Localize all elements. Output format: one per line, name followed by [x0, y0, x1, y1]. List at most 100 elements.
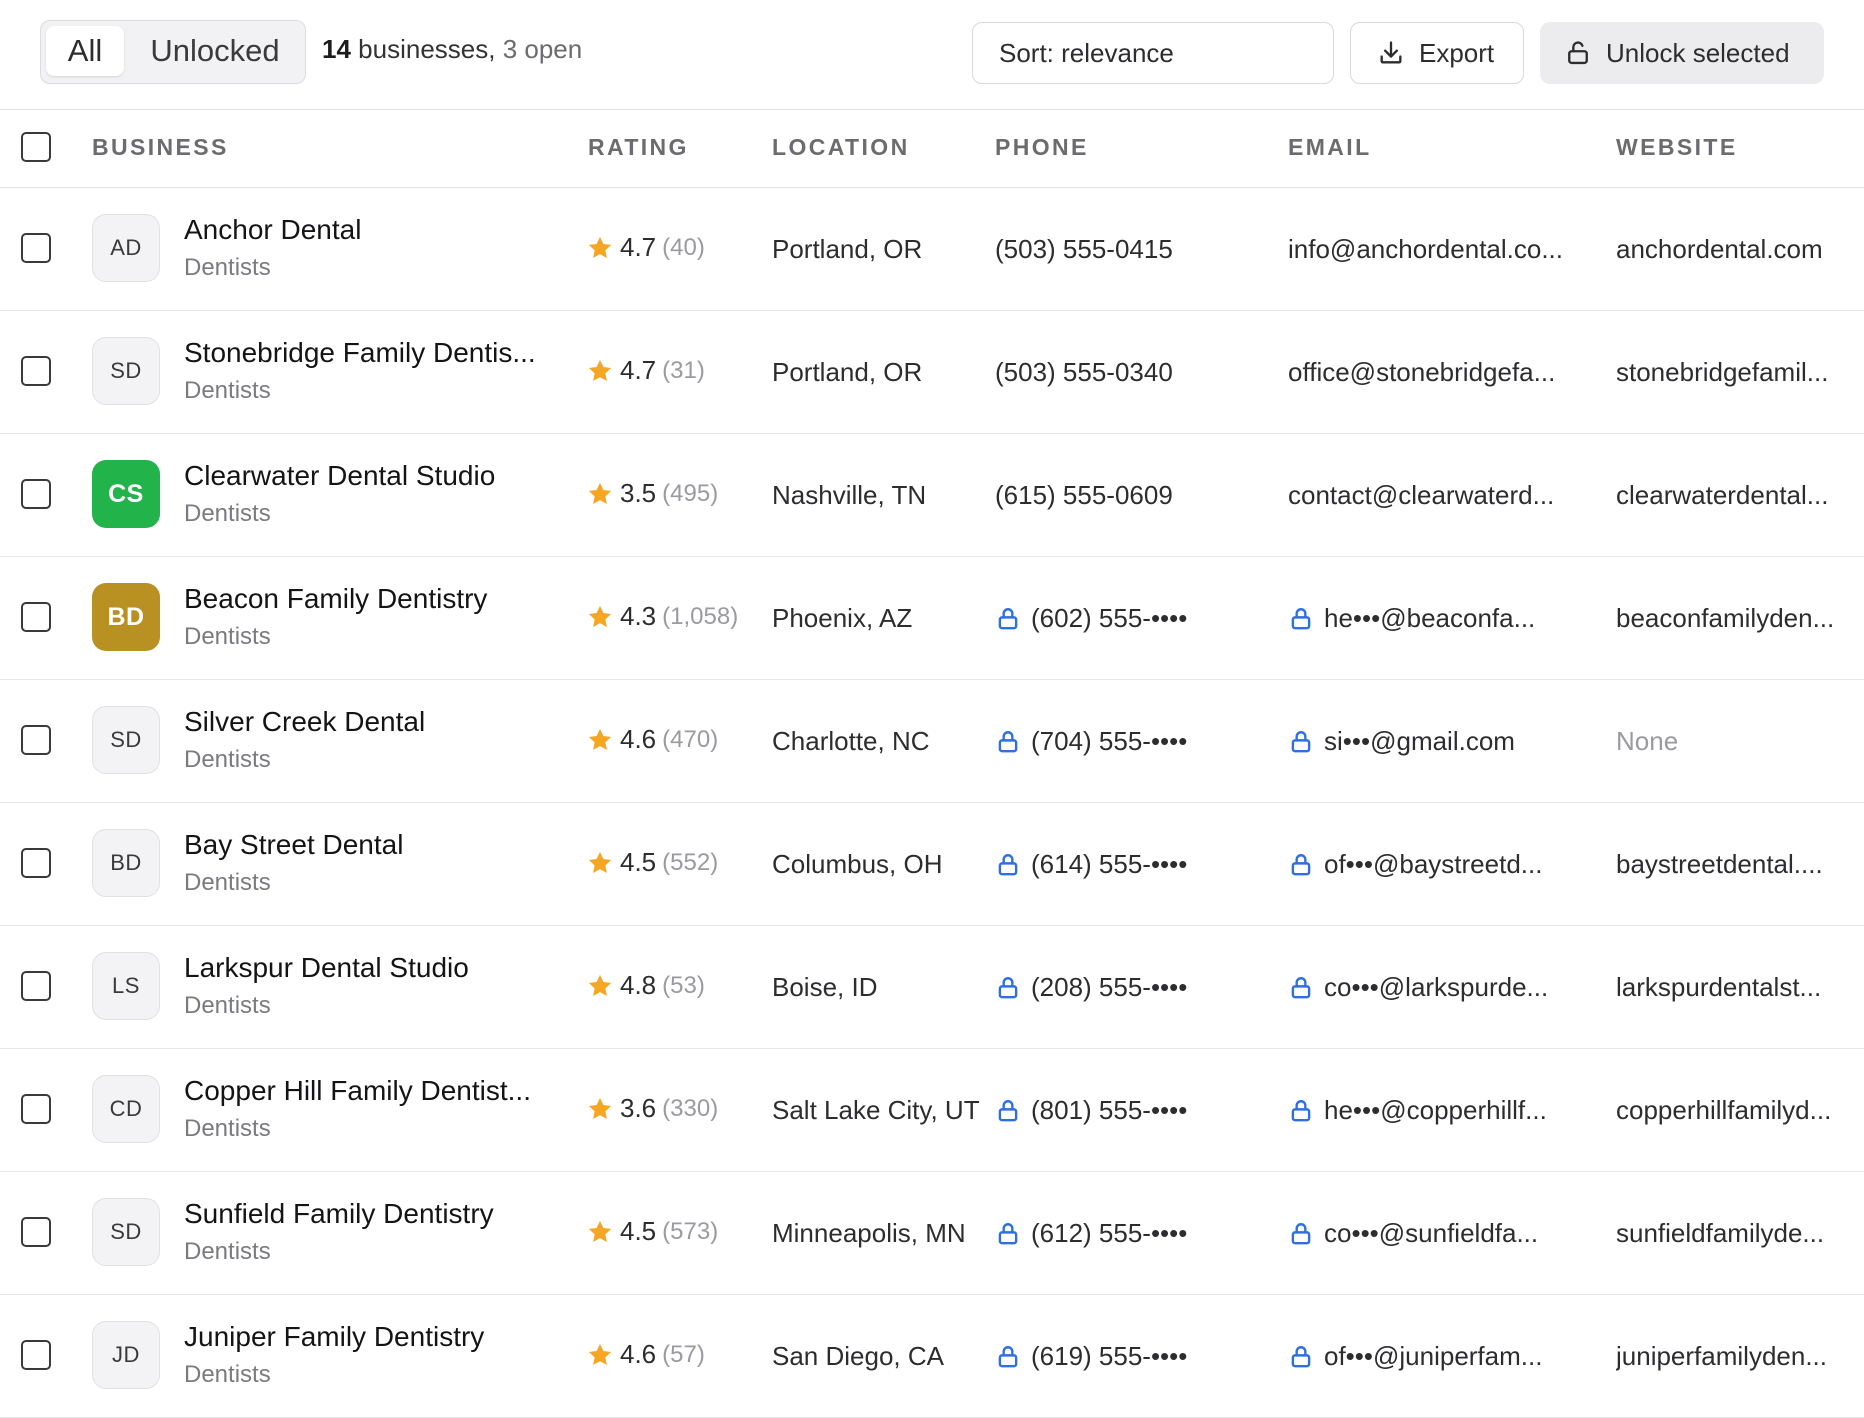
table-row[interactable]: LS Larkspur Dental Studio Dentists 4.8 (… [0, 926, 1864, 1049]
row-checkbox[interactable] [21, 725, 51, 755]
email[interactable]: co•••@sunfieldfa... [1288, 1218, 1578, 1249]
phone[interactable]: (503) 555-0415 [995, 234, 1275, 265]
business-category: Dentists [184, 623, 271, 650]
business-category: Dentists [184, 254, 271, 281]
results-count: 14 [322, 34, 351, 64]
business-name[interactable]: Copper Hill Family Dentist... [184, 1075, 550, 1107]
lock-icon [1291, 1345, 1311, 1367]
table-row[interactable]: CD Copper Hill Family Dentist... Dentist… [0, 1049, 1864, 1172]
email[interactable]: info@anchordental.co... [1288, 234, 1578, 265]
table-row[interactable]: BD Beacon Family Dentistry Dentists 4.3 … [0, 557, 1864, 680]
row-checkbox[interactable] [21, 1340, 51, 1370]
business-name[interactable]: Sunfield Family Dentistry [184, 1198, 550, 1230]
row-checkbox[interactable] [21, 848, 51, 878]
open-count: 3 open [502, 34, 583, 64]
rating: 3.5 (495) [586, 478, 718, 509]
website-link[interactable]: sunfieldfamilyde... [1616, 1218, 1856, 1249]
phone[interactable]: (208) 555-•••• [995, 972, 1275, 1003]
lock-icon [1291, 607, 1311, 629]
rating-value: 4.3 [620, 601, 657, 631]
row-checkbox[interactable] [21, 356, 51, 386]
review-count: (57) [662, 1340, 705, 1368]
phone[interactable]: (619) 555-•••• [995, 1341, 1275, 1372]
business-category: Dentists [184, 1238, 271, 1265]
column-header-phone[interactable]: PHONE [995, 134, 1089, 161]
filter-all-tab[interactable]: All [46, 26, 124, 76]
row-checkbox[interactable] [21, 1217, 51, 1247]
business-avatar: LS [92, 952, 160, 1020]
row-checkbox[interactable] [21, 1094, 51, 1124]
star-icon [588, 1220, 612, 1242]
star-icon [588, 359, 612, 381]
table-row[interactable]: SD Silver Creek Dental Dentists 4.6 (470… [0, 680, 1864, 803]
column-header-location[interactable]: LOCATION [772, 134, 910, 161]
star-icon [588, 851, 612, 873]
website-link[interactable]: None [1616, 726, 1856, 757]
website-link[interactable]: beaconfamilyden... [1616, 603, 1856, 634]
website-link[interactable]: larkspurdentalst... [1616, 972, 1856, 1003]
row-checkbox[interactable] [21, 233, 51, 263]
business-name[interactable]: Clearwater Dental Studio [184, 460, 550, 492]
business-name[interactable]: Larkspur Dental Studio [184, 952, 550, 984]
email[interactable]: he•••@copperhillf... [1288, 1095, 1578, 1126]
select-all-checkbox[interactable] [21, 132, 51, 162]
email[interactable]: of•••@baystreetd... [1288, 849, 1578, 880]
business-avatar: SD [92, 337, 160, 405]
row-checkbox[interactable] [21, 479, 51, 509]
phone[interactable]: (612) 555-•••• [995, 1218, 1275, 1249]
business-category: Dentists [184, 1361, 271, 1388]
row-checkbox[interactable] [21, 602, 51, 632]
email[interactable]: of•••@juniperfam... [1288, 1341, 1578, 1372]
phone[interactable]: (704) 555-•••• [995, 726, 1275, 757]
website-link[interactable]: copperhillfamilyd... [1616, 1095, 1856, 1126]
business-name[interactable]: Beacon Family Dentistry [184, 583, 550, 615]
email[interactable]: co•••@larkspurde... [1288, 972, 1578, 1003]
table-row[interactable]: SD Stonebridge Family Dentis... Dentists… [0, 311, 1864, 434]
business-category: Dentists [184, 1115, 271, 1142]
business-name[interactable]: Bay Street Dental [184, 829, 550, 861]
website-link[interactable]: baystreetdental.... [1616, 849, 1856, 880]
website-link[interactable]: anchordental.com [1616, 234, 1856, 265]
column-header-rating[interactable]: RATING [588, 134, 689, 161]
column-header-business[interactable]: BUSINESS [92, 134, 229, 161]
email[interactable]: office@stonebridgefa... [1288, 357, 1578, 388]
star-icon [588, 482, 612, 504]
table-row[interactable]: AD Anchor Dental Dentists 4.7 (40) Portl… [0, 188, 1864, 311]
unlock-selected-button[interactable]: Unlock selected [1540, 22, 1824, 84]
email[interactable]: he•••@beaconfa... [1288, 603, 1578, 634]
email-value: of•••@juniperfam... [1324, 1341, 1543, 1371]
business-name[interactable]: Juniper Family Dentistry [184, 1321, 550, 1353]
table-row[interactable]: SD Sunfield Family Dentistry Dentists 4.… [0, 1172, 1864, 1295]
email[interactable]: si•••@gmail.com [1288, 726, 1578, 757]
rating: 4.6 (57) [586, 1339, 705, 1370]
table-row[interactable]: BD Bay Street Dental Dentists 4.5 (552) … [0, 803, 1864, 926]
phone[interactable]: (615) 555-0609 [995, 480, 1275, 511]
row-checkbox[interactable] [21, 971, 51, 1001]
review-count: (53) [662, 971, 705, 999]
phone[interactable]: (503) 555-0340 [995, 357, 1275, 388]
business-name[interactable]: Anchor Dental [184, 214, 550, 246]
business-name[interactable]: Stonebridge Family Dentis... [184, 337, 550, 369]
phone[interactable]: (602) 555-•••• [995, 603, 1275, 634]
filter-unlocked-tab[interactable]: Unlocked [131, 26, 299, 76]
website-link[interactable]: stonebridgefamil... [1616, 357, 1856, 388]
phone[interactable]: (801) 555-•••• [995, 1095, 1275, 1126]
column-header-website[interactable]: WEBSITE [1616, 134, 1738, 161]
lock-icon [1291, 853, 1311, 875]
star-icon [588, 728, 612, 750]
sort-dropdown[interactable]: Sort: relevance [972, 22, 1334, 84]
rating-value: 4.6 [620, 724, 657, 754]
export-button[interactable]: Export [1350, 22, 1524, 84]
website-link[interactable]: clearwaterdental... [1616, 480, 1856, 511]
lock-icon [998, 1222, 1018, 1244]
email[interactable]: contact@clearwaterd... [1288, 480, 1578, 511]
location: Salt Lake City, UT [772, 1095, 980, 1125]
phone-value: (619) 555-•••• [1031, 1341, 1188, 1371]
table-row[interactable]: CS Clearwater Dental Studio Dentists 3.5… [0, 434, 1864, 557]
business-name[interactable]: Silver Creek Dental [184, 706, 550, 738]
column-header-email[interactable]: EMAIL [1288, 134, 1372, 161]
rating: 4.6 (470) [586, 724, 718, 755]
website-link[interactable]: juniperfamilyden... [1616, 1341, 1856, 1372]
phone[interactable]: (614) 555-•••• [995, 849, 1275, 880]
phone-value: (615) 555-0609 [995, 480, 1173, 510]
